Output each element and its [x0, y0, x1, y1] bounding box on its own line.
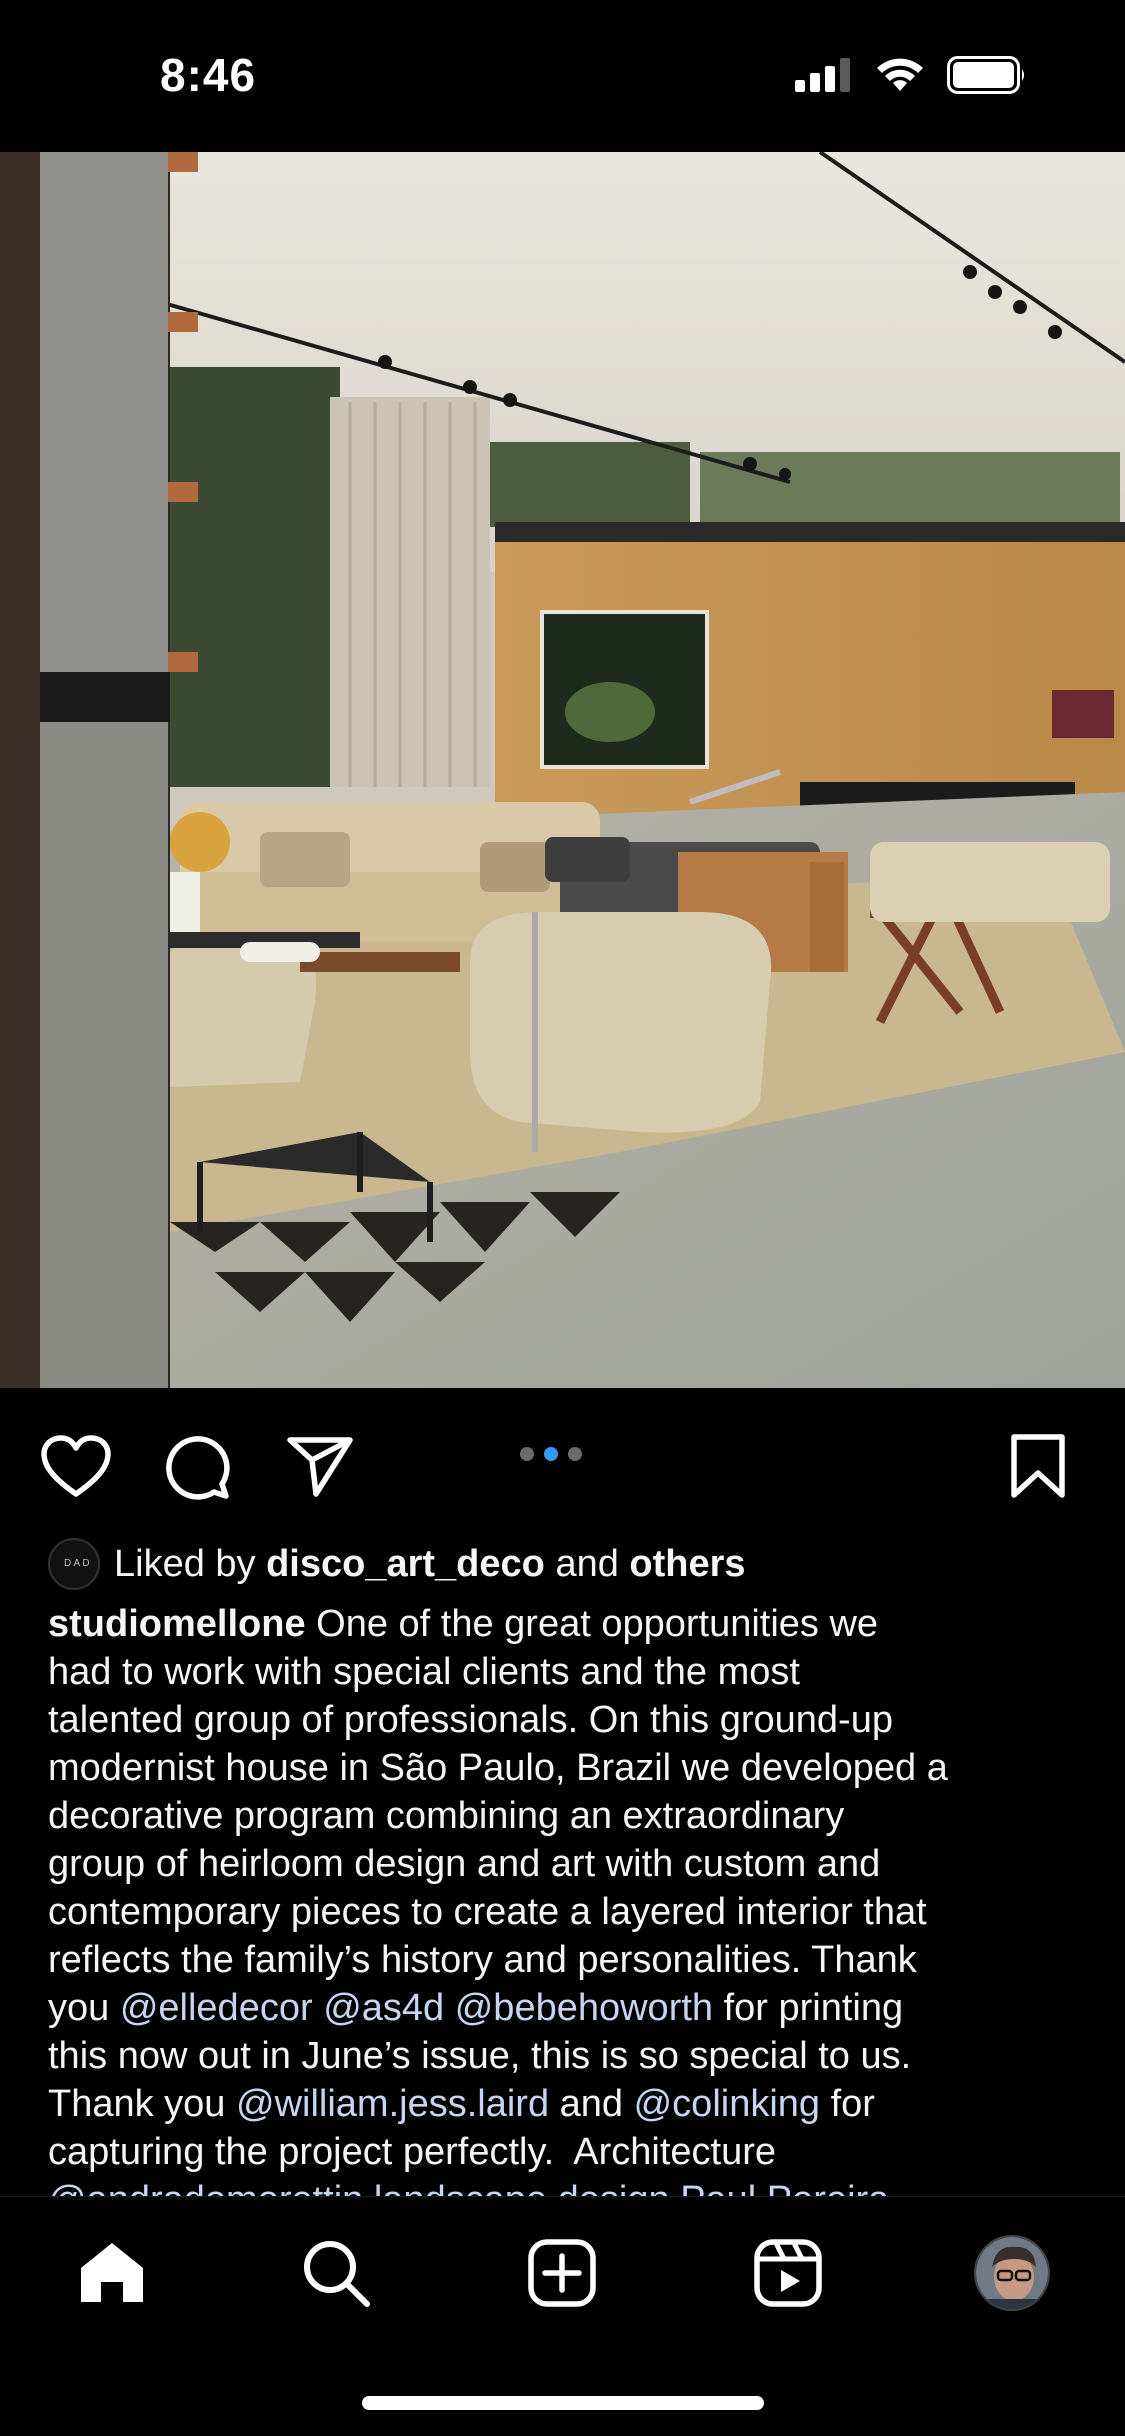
caption-text: decorative program combining an extraord… — [48, 1795, 845, 1837]
liked-by-prefix: Liked by — [114, 1542, 267, 1585]
caption-text: and — [549, 2083, 634, 2125]
caption-mention[interactable]: @as4d — [323, 1987, 444, 2029]
cellular-signal-icon — [795, 58, 853, 97]
caption-text: reflects the family’s history and person… — [48, 1939, 917, 1981]
interior-photo-image — [0, 152, 1125, 1388]
carousel-dot-active — [544, 1447, 558, 1461]
liked-by-row[interactable]: D A D Liked by disco_art_deco and others — [48, 1536, 746, 1592]
liked-by-user[interactable]: disco_art_deco — [266, 1543, 545, 1586]
save-button[interactable] — [1000, 1430, 1076, 1506]
carousel-dot — [520, 1447, 534, 1461]
nav-search[interactable] — [296, 2235, 376, 2315]
carousel-dot — [568, 1447, 582, 1461]
caption-line: this now out in June’s issue, this is so… — [48, 2032, 1088, 2080]
caption-line: reflects the family’s history and person… — [48, 1936, 1088, 1984]
caption-text: had to work with special clients and the… — [48, 1651, 800, 1693]
status-time: 8:46 — [160, 49, 257, 101]
caption-line: capturing the project perfectly. Archite… — [48, 2128, 1088, 2176]
caption-line: Thank you @william.jess.laird and @colin… — [48, 2080, 1088, 2128]
caption-mention[interactable]: @william.jess.laird — [236, 2083, 549, 2125]
caption-line: group of heirloom design and art with cu… — [48, 1840, 1088, 1888]
caption-text — [313, 1987, 324, 2029]
nav-create[interactable] — [522, 2235, 602, 2315]
profile-photo-image — [976, 2237, 1048, 2309]
caption-text: group of heirloom design and art with cu… — [48, 1843, 881, 1885]
caption-mention[interactable]: @andradomorettin landscape design Paul P… — [48, 2179, 889, 2196]
nav-profile-avatar[interactable] — [974, 2235, 1050, 2311]
create-post-icon — [528, 2238, 596, 2312]
post-photo[interactable] — [0, 152, 1125, 1388]
nav-home[interactable] — [72, 2235, 152, 2315]
liker-avatar-text: D A D — [64, 1558, 90, 1569]
caption-mention[interactable]: @bebehoworth — [455, 1987, 713, 2029]
caption-mention[interactable]: @colinking — [634, 2083, 820, 2125]
caption-line: contemporary pieces to create a layered … — [48, 1888, 1088, 1936]
caption-text: Thank you — [48, 2083, 236, 2125]
liked-by-others[interactable]: others — [629, 1543, 745, 1586]
caption-text: this now out in June’s issue, this is so… — [48, 2035, 912, 2077]
caption-text: One of the great opportunities we — [305, 1603, 879, 1645]
comment-icon — [164, 1432, 232, 1505]
reels-icon — [754, 2238, 822, 2312]
battery-icon — [947, 56, 1027, 99]
caption-line: decorative program combining an extraord… — [48, 1792, 1088, 1840]
bookmark-icon — [1008, 1433, 1068, 1504]
status-bar: 8:46 — [0, 0, 1125, 152]
caption-mention[interactable]: @elledecor — [120, 1987, 313, 2029]
caption-line: had to work with special clients and the… — [48, 1648, 1088, 1696]
caption-username[interactable]: studiomellone — [48, 1603, 306, 1645]
carousel-indicator — [520, 1447, 582, 1461]
caption-text: you — [48, 1987, 120, 2029]
caption-line: modernist house in São Paulo, Brazil we … — [48, 1744, 1088, 1792]
share-button[interactable] — [282, 1430, 358, 1506]
nav-reels[interactable] — [748, 2235, 828, 2315]
search-icon — [301, 2238, 371, 2313]
status-icons — [795, 56, 1027, 99]
caption-line: studiomellone One of the great opportuni… — [48, 1600, 1088, 1648]
comment-button[interactable] — [160, 1430, 236, 1506]
liker-avatar[interactable]: D A D — [48, 1538, 100, 1590]
like-button[interactable] — [38, 1430, 114, 1506]
caption-text: talented group of professionals. On this… — [48, 1699, 893, 1741]
liked-by-middle: and — [544, 1542, 630, 1585]
post-caption: studiomellone One of the great opportuni… — [48, 1600, 1088, 2196]
caption-line: @andradomorettin landscape design Paul P… — [48, 2176, 1088, 2196]
home-indicator — [362, 2396, 764, 2410]
caption-text — [444, 1987, 455, 2029]
caption-text: for — [820, 2083, 875, 2125]
caption-line: talented group of professionals. On this… — [48, 1696, 1088, 1744]
caption-text: modernist house in São Paulo, Brazil we … — [48, 1747, 948, 1789]
caption-text: for printing — [713, 1987, 904, 2029]
caption-text: capturing the project perfectly. Archite… — [48, 2131, 776, 2173]
wifi-icon — [875, 57, 925, 98]
home-icon — [77, 2240, 147, 2311]
caption-line: you @elledecor @as4d @bebehoworth for pr… — [48, 1984, 1088, 2032]
heart-icon — [40, 1434, 112, 1503]
send-icon — [286, 1434, 354, 1503]
caption-text: contemporary pieces to create a layered … — [48, 1891, 927, 1933]
